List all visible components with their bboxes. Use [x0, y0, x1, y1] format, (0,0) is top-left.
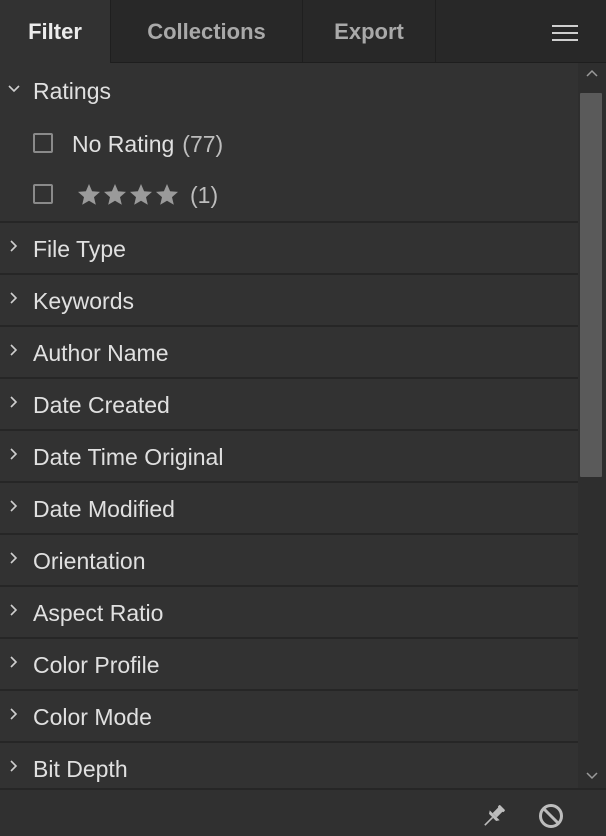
rating-option-no-rating[interactable]: No Rating (77) [0, 119, 578, 170]
section-file-type[interactable]: File Type [0, 223, 578, 275]
section-label: Ratings [33, 78, 111, 104]
section-orientation[interactable]: Orientation [0, 535, 578, 587]
tab-bar: Filter Collections Export [0, 0, 606, 63]
section-bit-depth[interactable]: Bit Depth [0, 743, 578, 788]
section-label: Color Mode [33, 704, 152, 730]
star-rating [76, 182, 180, 208]
section-color-mode[interactable]: Color Mode [0, 691, 578, 743]
scrollbar[interactable] [578, 63, 606, 788]
section-date-time-original[interactable]: Date Time Original [0, 431, 578, 483]
rating-option-count: (1) [190, 182, 219, 208]
section-date-modified[interactable]: Date Modified [0, 483, 578, 535]
section-author-name[interactable]: Author Name [0, 327, 578, 379]
chevron-right-icon [10, 708, 18, 720]
clear-filters-icon[interactable] [537, 802, 565, 830]
pin-icon[interactable] [478, 800, 510, 832]
chevron-right-icon [10, 396, 18, 408]
tab-collections[interactable]: Collections [111, 0, 303, 62]
chevron-right-icon [10, 760, 18, 772]
section-date-created[interactable]: Date Created [0, 379, 578, 431]
section-label: Aspect Ratio [33, 600, 164, 626]
scrollbar-thumb[interactable] [580, 93, 602, 477]
chevron-right-icon [10, 552, 18, 564]
star-icon [78, 184, 100, 205]
chevron-right-icon [10, 656, 18, 668]
section-label: Date Created [33, 392, 170, 418]
section-label: Date Modified [33, 496, 175, 522]
tab-export[interactable]: Export [303, 0, 436, 62]
chevron-right-icon [10, 240, 18, 252]
section-label: Date Time Original [33, 444, 224, 470]
checkbox[interactable] [33, 133, 53, 153]
section-ratings[interactable]: Ratings [0, 63, 578, 119]
chevron-down-icon [8, 85, 20, 93]
hamburger-menu-icon[interactable] [552, 22, 578, 42]
scroll-up-icon[interactable] [582, 67, 602, 81]
scroll-down-icon[interactable] [582, 768, 602, 782]
section-label: Orientation [33, 548, 146, 574]
chevron-right-icon [10, 500, 18, 512]
tab-filter[interactable]: Filter [0, 0, 111, 63]
section-keywords[interactable]: Keywords [0, 275, 578, 327]
star-icon [130, 184, 152, 205]
star-icon [104, 184, 126, 205]
section-label: Author Name [33, 340, 169, 366]
checkbox[interactable] [33, 184, 53, 204]
rating-option-label: No Rating [72, 131, 175, 157]
star-icon [156, 184, 178, 205]
filter-list: Ratings No Rating (77) (1) File Type Keywo… [0, 63, 578, 788]
chevron-right-icon [10, 344, 18, 356]
chevron-right-icon [10, 604, 18, 616]
section-color-profile[interactable]: Color Profile [0, 639, 578, 691]
section-label: Color Profile [33, 652, 160, 678]
rating-option-count: (77) [182, 131, 224, 157]
section-label: Bit Depth [33, 756, 128, 782]
panel-footer [0, 788, 606, 836]
chevron-right-icon [10, 448, 18, 460]
rating-option-four-stars[interactable]: (1) [0, 170, 578, 223]
section-aspect-ratio[interactable]: Aspect Ratio [0, 587, 578, 639]
chevron-right-icon [10, 292, 18, 304]
section-label: Keywords [33, 288, 134, 314]
section-label: File Type [33, 236, 126, 262]
